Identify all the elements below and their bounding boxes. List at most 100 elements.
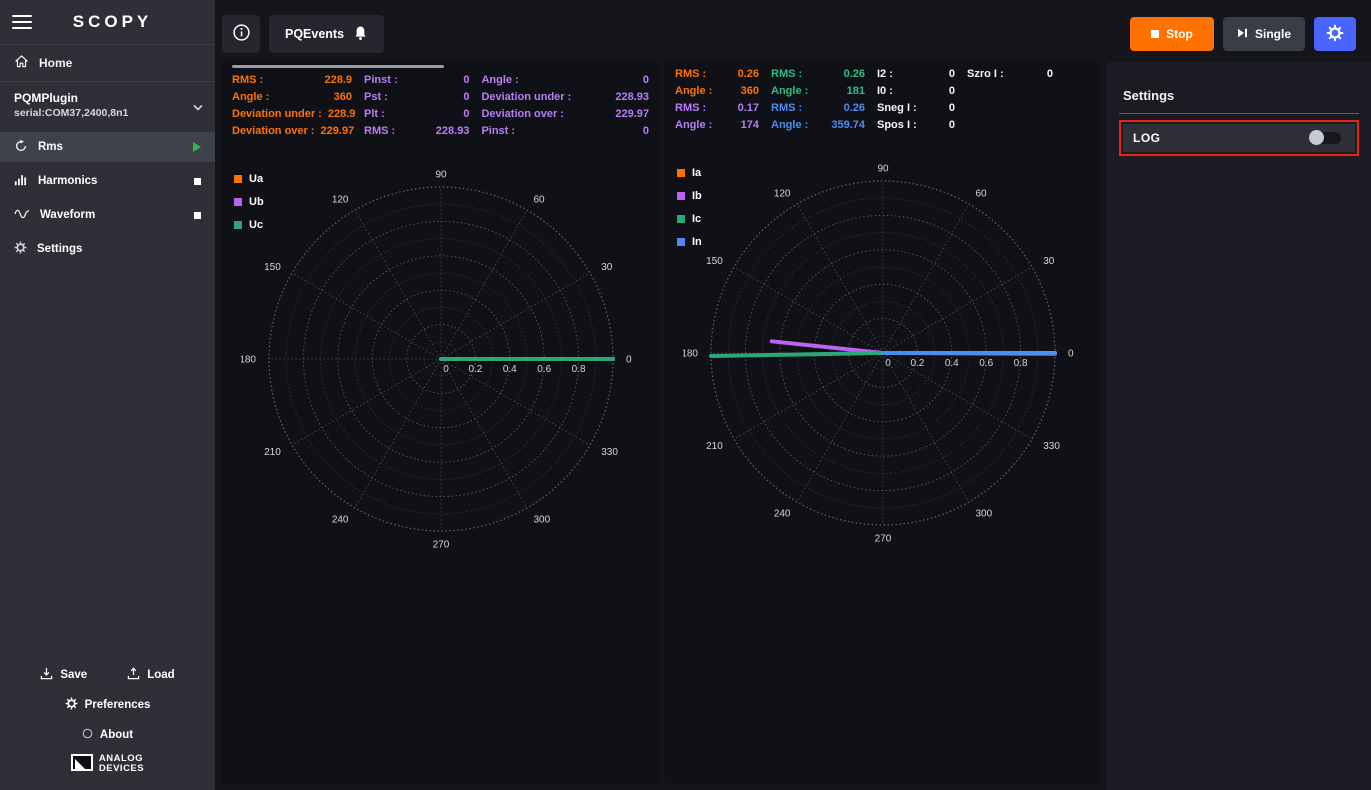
stat-value: 0 — [463, 108, 469, 120]
stats-column: RMS :0.26Angle :360RMS :0.17Angle :174 — [675, 68, 759, 131]
harmonics-run-indicator[interactable] — [194, 178, 201, 185]
voltage-polar-chart: 906030033030027024021018015012000.20.40.… — [241, 159, 641, 559]
stop-square-icon — [1151, 30, 1159, 38]
stats-column: RMS :0.26Angle :181RMS :0.26Angle :359.7… — [771, 68, 865, 131]
sidebar-item-rms[interactable]: Rms — [0, 132, 215, 162]
stat-value: 0 — [1047, 68, 1053, 80]
preferences-button[interactable]: Preferences — [0, 690, 215, 720]
single-label: Single — [1255, 27, 1291, 41]
stat-row: Sneg I :0 — [877, 102, 955, 114]
stat-label: Angle : — [481, 74, 518, 86]
legend-item-In[interactable]: In — [677, 236, 702, 248]
stop-button[interactable]: Stop — [1130, 17, 1214, 51]
stat-label: Spos I : — [877, 119, 917, 131]
stop-icon — [194, 178, 201, 185]
stat-value: 0 — [949, 85, 955, 97]
svg-text:330: 330 — [601, 447, 618, 458]
legend-item-Ia[interactable]: Ia — [677, 167, 702, 179]
save-button[interactable]: Save — [40, 667, 87, 683]
plugin-subtitle: serial:COM37,2400,8n1 — [14, 107, 201, 119]
gear-icon — [14, 241, 27, 257]
stat-row: RMS :0.17 — [675, 102, 759, 114]
legend-item-Ua[interactable]: Ua — [234, 173, 264, 185]
stat-label: Deviation under : — [232, 108, 322, 120]
legend-label: Uc — [249, 219, 263, 231]
about-label: About — [100, 729, 133, 741]
sidebar-item-home[interactable]: Home — [0, 45, 215, 81]
svg-text:0.4: 0.4 — [945, 358, 959, 369]
stat-row: Deviation under :228.9 — [232, 108, 352, 120]
stat-label: Angle : — [771, 85, 808, 97]
home-label: Home — [39, 56, 72, 70]
stats-column: Angle :0Deviation under :228.93Deviation… — [481, 74, 649, 137]
gear-icon — [1326, 24, 1344, 45]
scopy-logo: SCOPY — [32, 12, 193, 32]
settings-label: Settings — [37, 243, 82, 255]
stat-row: Deviation over :229.97 — [481, 108, 649, 120]
stats-column: I2 :0I0 :0Sneg I :0Spos I :0 — [877, 68, 955, 131]
info-icon — [82, 728, 93, 742]
load-button[interactable]: Load — [127, 667, 174, 683]
stat-row: RMS :228.9 — [232, 74, 352, 86]
waveform-run-indicator[interactable] — [194, 212, 201, 219]
settings-panel: Settings LOG — [1107, 62, 1371, 790]
legend-item-Uc[interactable]: Uc — [234, 219, 264, 231]
plugin-name: PQMPlugin — [14, 91, 201, 105]
svg-text:240: 240 — [774, 509, 791, 520]
svg-text:0.8: 0.8 — [1014, 358, 1028, 369]
svg-text:180: 180 — [241, 355, 256, 366]
topbar: PQEvents Stop Single — [222, 15, 1371, 53]
rms-run-indicator[interactable] — [193, 142, 201, 152]
stat-value: 228.9 — [328, 108, 356, 120]
info-button[interactable] — [222, 15, 260, 53]
stat-label: I2 : — [877, 68, 893, 80]
stat-label: RMS : — [232, 74, 263, 86]
divider — [1119, 113, 1359, 114]
sidebar-item-waveform[interactable]: Waveform — [0, 200, 215, 230]
stat-row: Angle :181 — [771, 85, 865, 97]
harmonics-label: Harmonics — [38, 175, 97, 187]
annotation-highlight-box: LOG — [1119, 120, 1359, 156]
sidebar-item-harmonics[interactable]: Harmonics — [0, 166, 215, 196]
sidebar-item-settings[interactable]: Settings — [0, 234, 215, 264]
hamburger-menu-icon[interactable] — [12, 15, 32, 29]
svg-text:0.4: 0.4 — [502, 364, 516, 375]
plugin-header-pqmplugin[interactable]: PQMPlugin serial:COM37,2400,8n1 — [0, 82, 215, 126]
stat-label: Szro I : — [967, 68, 1004, 80]
stats-column: Szro I : 0 — [967, 68, 1053, 131]
chevron-down-icon[interactable] — [193, 98, 203, 116]
stat-value: 228.93 — [615, 91, 649, 103]
svg-text:270: 270 — [432, 540, 449, 551]
legend-item-Ib[interactable]: Ib — [677, 190, 702, 202]
about-button[interactable]: About — [0, 720, 215, 750]
stat-label: RMS : — [364, 125, 395, 137]
pqevents-label: PQEvents — [285, 27, 344, 41]
legend-label: Ia — [692, 167, 701, 179]
stat-row: RMS :228.93 — [364, 125, 469, 137]
svg-text:30: 30 — [601, 262, 613, 273]
current-legend: Ia Ib Ic In — [677, 167, 702, 248]
home-icon — [14, 54, 29, 72]
settings-gear-button[interactable] — [1314, 17, 1356, 51]
log-label: LOG — [1133, 131, 1161, 145]
svg-text:300: 300 — [976, 509, 993, 520]
legend-item-Ub[interactable]: Ub — [234, 196, 264, 208]
log-toggle[interactable] — [1311, 132, 1341, 144]
legend-item-Ic[interactable]: Ic — [677, 213, 702, 225]
single-button[interactable]: Single — [1223, 17, 1305, 51]
svg-text:0.8: 0.8 — [571, 364, 585, 375]
svg-text:0.2: 0.2 — [910, 358, 924, 369]
voltage-stats-grid: RMS :228.9Angle :360Deviation under :228… — [222, 68, 659, 141]
legend-swatch — [677, 192, 685, 200]
info-icon — [232, 23, 251, 45]
legend-swatch — [234, 221, 242, 229]
stat-row: I0 :0 — [877, 85, 955, 97]
stat-value: 0 — [949, 68, 955, 80]
svg-text:0.6: 0.6 — [537, 364, 551, 375]
stop-label: Stop — [1166, 27, 1193, 41]
svg-text:120: 120 — [774, 188, 791, 199]
pqevents-button[interactable]: PQEvents — [269, 15, 384, 53]
stat-label: RMS : — [675, 68, 706, 80]
svg-text:300: 300 — [533, 515, 550, 526]
stats-column: Pinst :0Pst :0Plt :0RMS :228.93 — [364, 74, 469, 137]
